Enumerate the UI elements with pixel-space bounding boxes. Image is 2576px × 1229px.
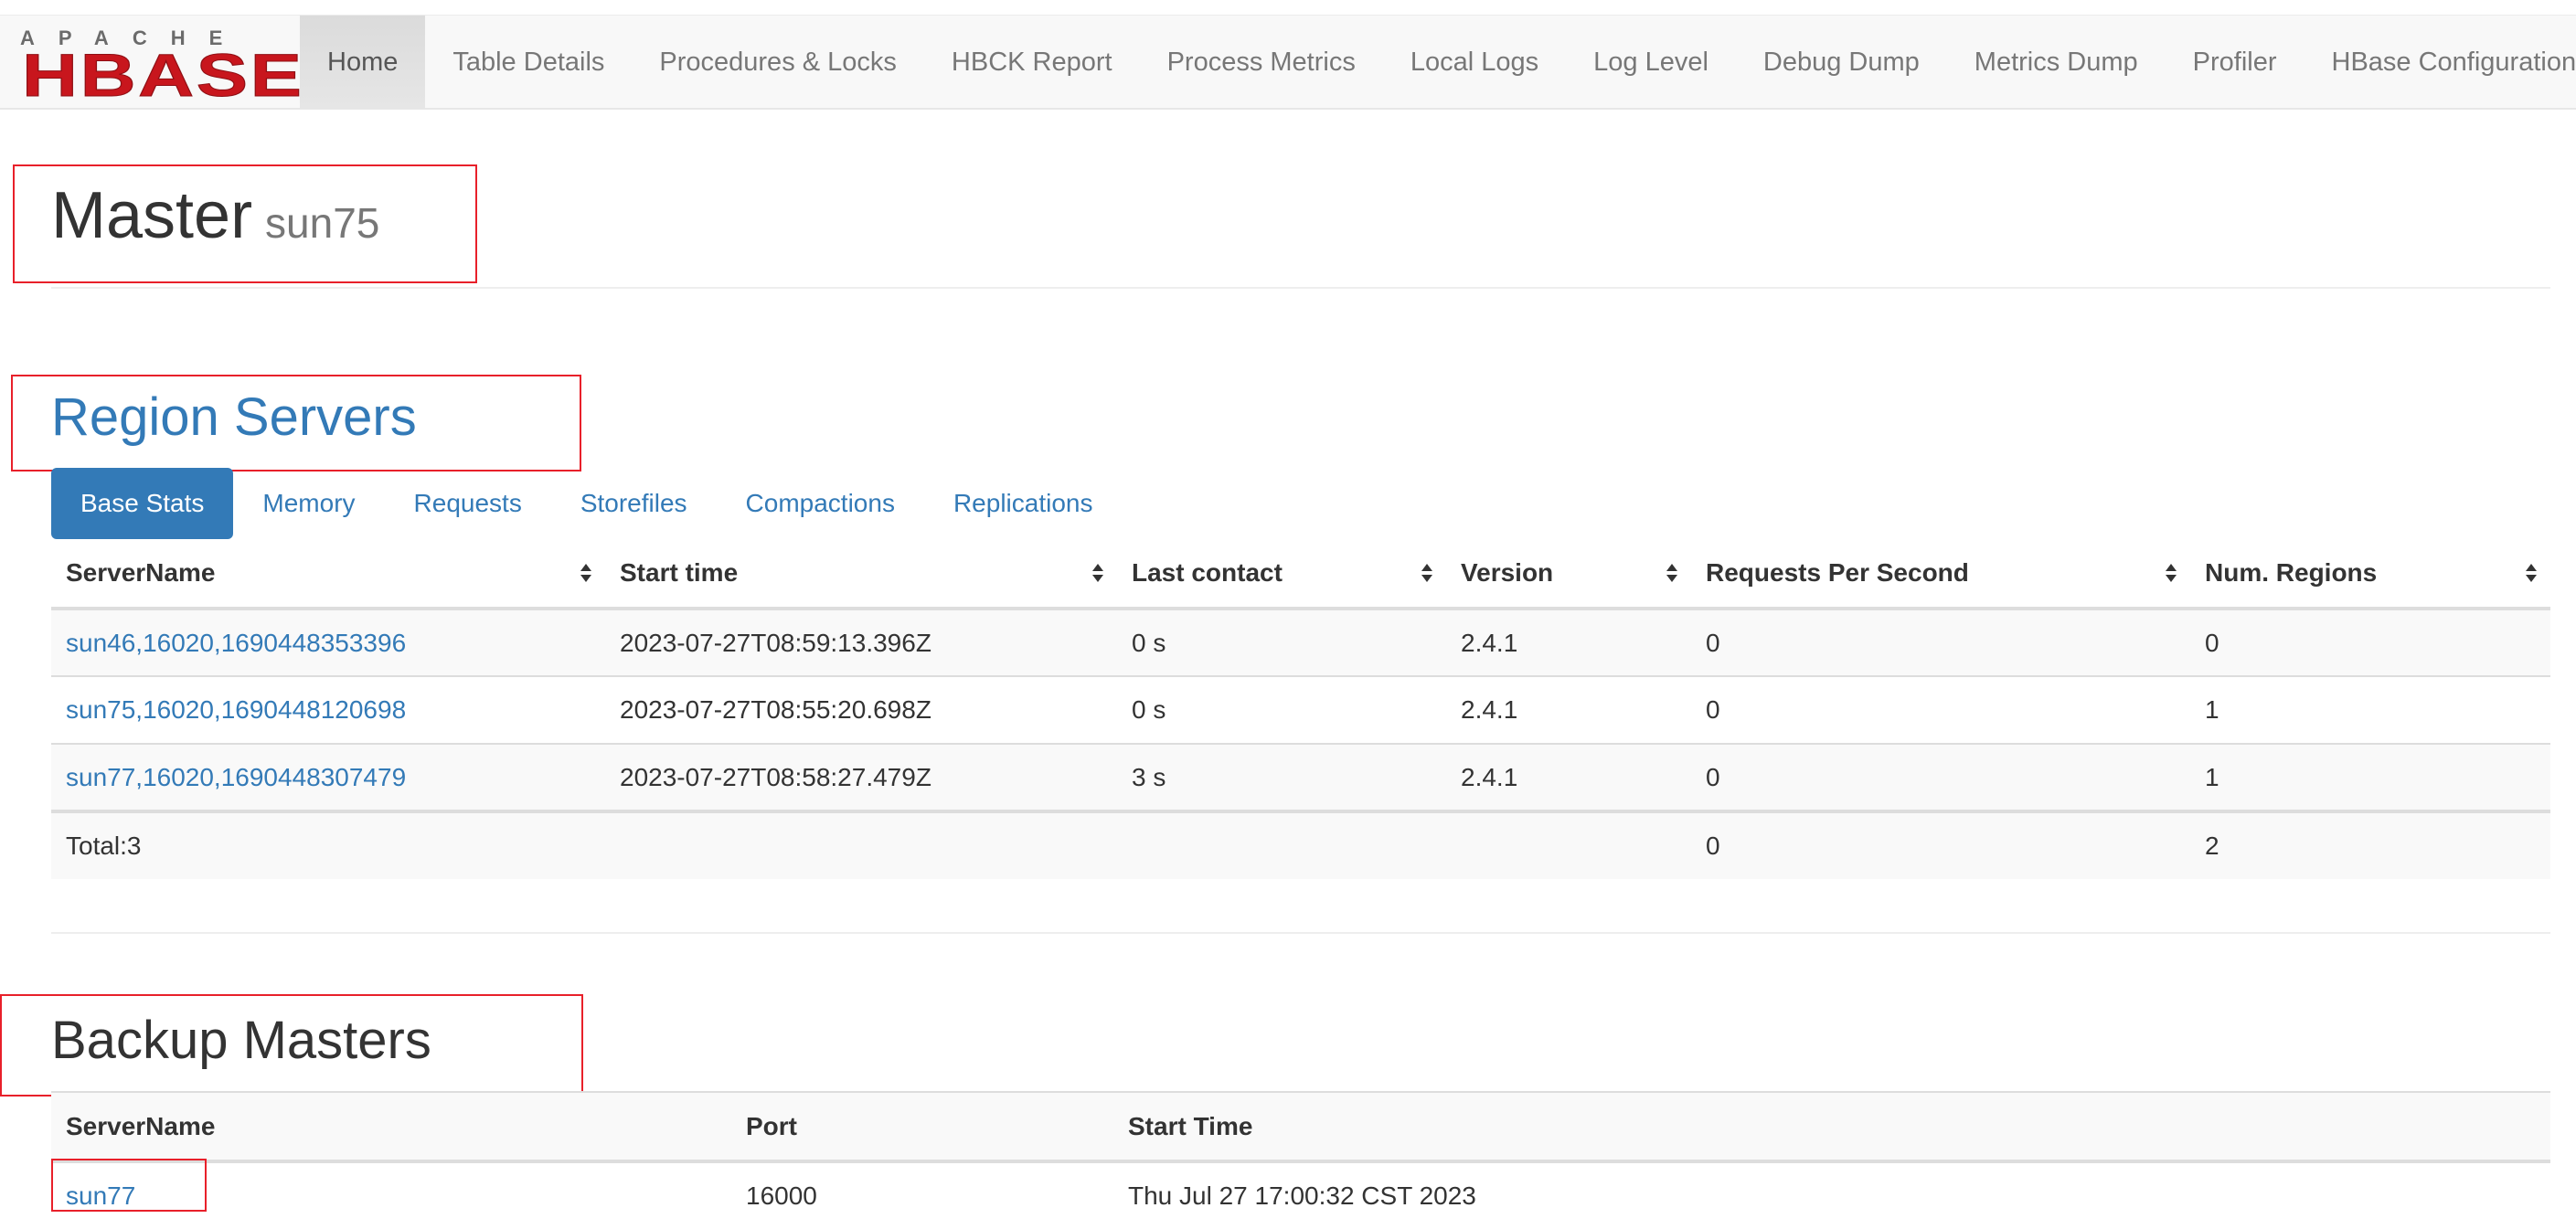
backup-masters-heading: Backup Masters [51, 1011, 431, 1071]
sort-icon[interactable] [580, 563, 592, 583]
region-server-tabs: Base Stats Memory Requests Storefiles Co… [51, 468, 1122, 539]
empty-cell [1446, 811, 1691, 879]
tab-base-stats[interactable]: Base Stats [51, 468, 233, 539]
column-header-servername: ServerName [51, 1092, 731, 1161]
nav-item-local-logs[interactable]: Local Logs [1383, 16, 1566, 109]
start-time-cell: Thu Jul 27 17:00:32 CST 2023 [1113, 1161, 2550, 1229]
total-label: Total:3 [51, 811, 605, 879]
sort-icon[interactable] [2525, 563, 2538, 583]
requests-per-second-cell: 0 [1691, 744, 2190, 811]
nav-item-procedures-locks[interactable]: Procedures & Locks [632, 16, 924, 109]
nav-menu: Home Table Details Procedures & Locks HB… [300, 16, 2576, 109]
column-header-start-time: Start Time [1113, 1092, 2550, 1161]
section-divider [51, 932, 2550, 934]
version-cell: 2.4.1 [1446, 609, 1691, 676]
last-contact-cell: 0 s [1117, 676, 1446, 744]
column-header-requests-per-second[interactable]: Requests Per Second [1691, 539, 2190, 609]
version-cell: 2.4.1 [1446, 744, 1691, 811]
header-divider [51, 287, 2550, 289]
start-time-cell: 2023-07-27T08:55:20.698Z [605, 676, 1117, 744]
start-time-cell: 2023-07-27T08:58:27.479Z [605, 744, 1117, 811]
sort-icon[interactable] [1666, 563, 1678, 583]
version-cell: 2.4.1 [1446, 676, 1691, 744]
total-row: Total:3 0 2 [51, 811, 2550, 879]
page-title-text: Master [51, 179, 252, 252]
nav-item-home[interactable]: Home [300, 16, 425, 109]
sort-icon[interactable] [1091, 563, 1104, 583]
last-contact-cell: 0 s [1117, 609, 1446, 676]
port-cell: 16000 [731, 1161, 1113, 1229]
table-header-row: ServerName Start time Last contact Versi… [51, 539, 2550, 609]
start-time-cell: 2023-07-27T08:59:13.396Z [605, 609, 1117, 676]
column-header-version[interactable]: Version [1446, 539, 1691, 609]
nav-item-profiler[interactable]: Profiler [2166, 16, 2305, 109]
master-hostname: sun75 [265, 199, 379, 247]
column-header-port: Port [731, 1092, 1113, 1161]
sort-icon[interactable] [2165, 563, 2177, 583]
tab-memory[interactable]: Memory [233, 468, 384, 539]
column-header-num-regions[interactable]: Num. Regions [2190, 539, 2550, 609]
server-name-link[interactable]: sun77,16020,1690448307479 [51, 744, 605, 811]
tab-replications[interactable]: Replications [924, 468, 1123, 539]
nav-item-hbase-configuration[interactable]: HBase Configuration [2305, 16, 2576, 109]
page-title: Master sun75 [51, 179, 379, 260]
empty-cell [605, 811, 1117, 879]
backup-masters-table: ServerName Port Start Time sun77 16000 T… [51, 1091, 2550, 1229]
total-requests-per-second: 0 [1691, 811, 2190, 879]
column-header-servername[interactable]: ServerName [51, 539, 605, 609]
tab-requests[interactable]: Requests [385, 468, 551, 539]
nav-item-process-metrics[interactable]: Process Metrics [1140, 16, 1383, 109]
last-contact-cell: 3 s [1117, 744, 1446, 811]
top-navbar: APACHE HBASE Home Table Details Procedur… [0, 15, 2576, 110]
hbase-logo[interactable]: APACHE HBASE [20, 26, 278, 100]
backup-master-link[interactable]: sun77 [51, 1161, 731, 1229]
table-row: sun77,16020,1690448307479 2023-07-27T08:… [51, 744, 2550, 811]
logo-hbase-text: HBASE [22, 45, 304, 105]
num-regions-cell: 1 [2190, 744, 2550, 811]
table-row: sun46,16020,1690448353396 2023-07-27T08:… [51, 609, 2550, 676]
nav-item-hbck-report[interactable]: HBCK Report [924, 16, 1140, 109]
nav-item-metrics-dump[interactable]: Metrics Dump [1947, 16, 2166, 109]
num-regions-cell: 0 [2190, 609, 2550, 676]
total-num-regions: 2 [2190, 811, 2550, 879]
server-name-link[interactable]: sun75,16020,1690448120698 [51, 676, 605, 744]
empty-cell [1117, 811, 1446, 879]
table-header-row: ServerName Port Start Time [51, 1092, 2550, 1161]
server-name-link[interactable]: sun46,16020,1690448353396 [51, 609, 605, 676]
requests-per-second-cell: 0 [1691, 609, 2190, 676]
tab-compactions[interactable]: Compactions [717, 468, 924, 539]
region-servers-heading[interactable]: Region Servers [51, 387, 417, 448]
column-header-last-contact[interactable]: Last contact [1117, 539, 1446, 609]
sort-icon[interactable] [1421, 563, 1433, 583]
region-servers-table: ServerName Start time Last contact Versi… [51, 539, 2550, 879]
nav-item-debug-dump[interactable]: Debug Dump [1736, 16, 1947, 109]
nav-item-log-level[interactable]: Log Level [1566, 16, 1736, 109]
table-row: sun75,16020,1690448120698 2023-07-27T08:… [51, 676, 2550, 744]
tab-storefiles[interactable]: Storefiles [551, 468, 717, 539]
column-header-start-time[interactable]: Start time [605, 539, 1117, 609]
table-row: sun77 16000 Thu Jul 27 17:00:32 CST 2023 [51, 1161, 2550, 1229]
nav-item-table-details[interactable]: Table Details [425, 16, 632, 109]
requests-per-second-cell: 0 [1691, 676, 2190, 744]
num-regions-cell: 1 [2190, 676, 2550, 744]
